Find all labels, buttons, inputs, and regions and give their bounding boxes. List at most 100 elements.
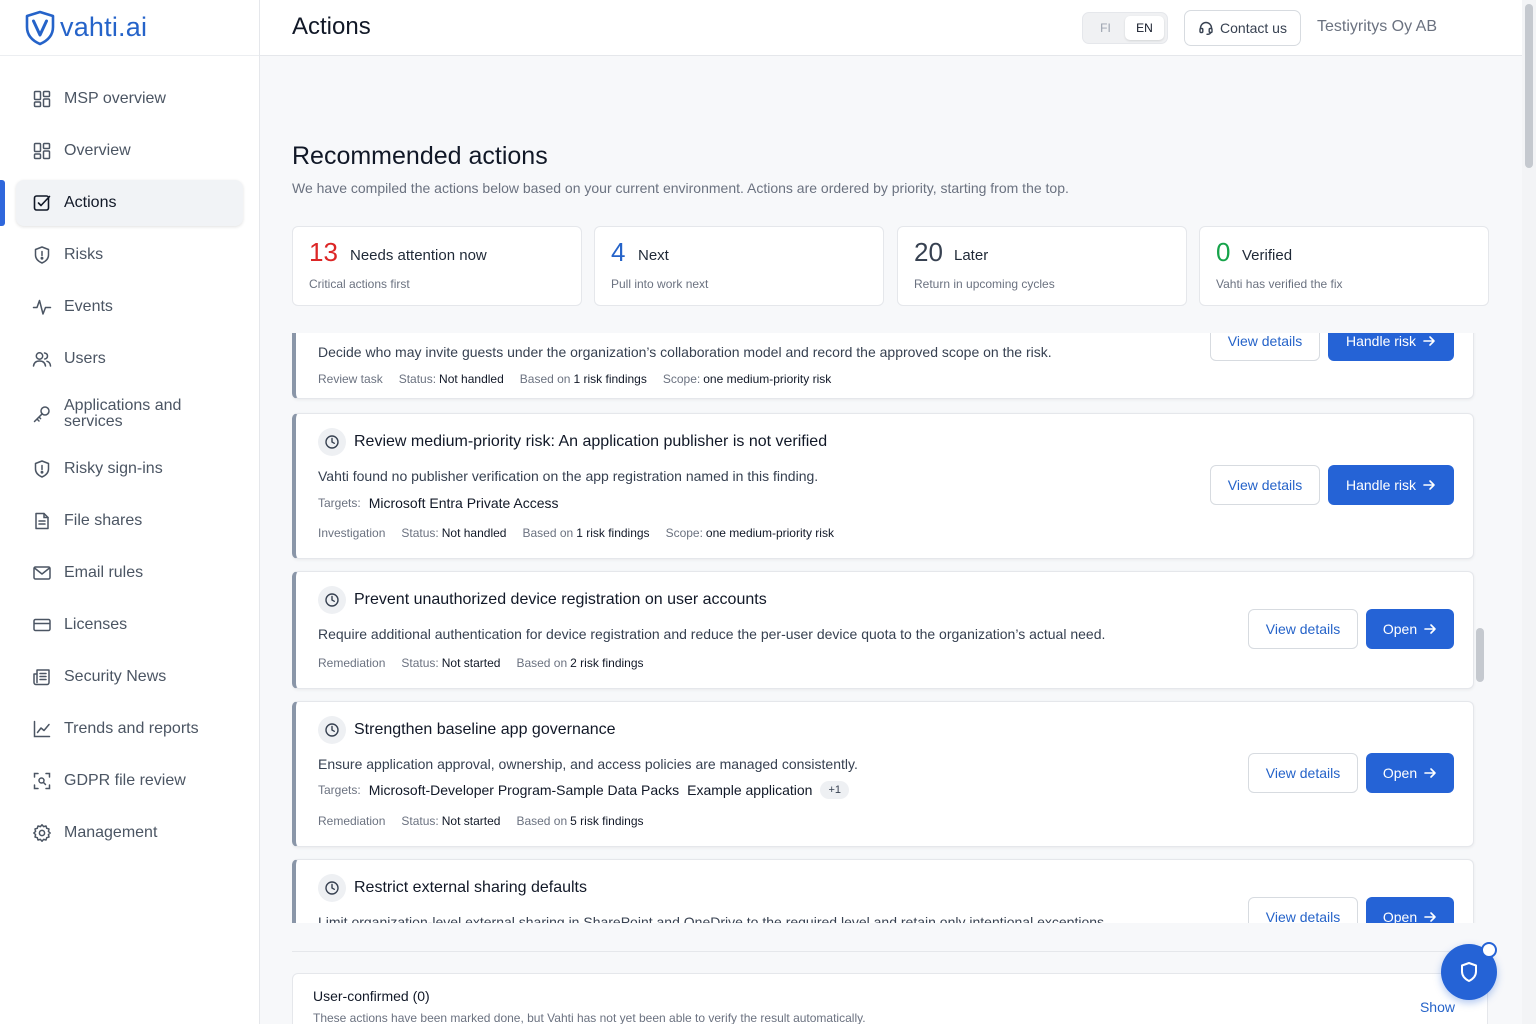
view-details-button[interactable]: View details	[1248, 753, 1358, 793]
sidebar-item-email-rules[interactable]: Email rules	[16, 550, 243, 596]
sidebar-item-events[interactable]: Events	[16, 284, 243, 330]
button-label: Open	[1382, 909, 1418, 923]
sidebar-item-security-news[interactable]: Security News	[16, 654, 243, 700]
shield-icon	[1461, 962, 1477, 982]
action-title-text: Prevent unauthorized device registration…	[354, 591, 767, 608]
more-targets-chip[interactable]: +1	[820, 781, 849, 799]
open-button[interactable]: Open	[1366, 753, 1454, 793]
open-button[interactable]: Open	[1366, 609, 1454, 649]
sidebar-nav: MSP overview Overview Actions Risks Even…	[0, 56, 259, 856]
page-scrollbar[interactable]	[1522, 0, 1536, 1024]
vahti-assistant-button[interactable]	[1441, 942, 1497, 1000]
action-title-text: Strengthen baseline app governance	[354, 721, 616, 738]
stat-value: 4	[611, 237, 626, 267]
stat-subtext: Critical actions first	[309, 277, 410, 291]
sidebar-item-file-shares[interactable]: File shares	[16, 498, 243, 544]
based-on-label: Based on	[516, 656, 568, 670]
organization-name[interactable]: Testiyritys Oy AB	[1317, 18, 1437, 36]
recommended-actions-title: Recommended actions	[292, 142, 548, 170]
shield-alert-icon	[34, 246, 50, 264]
action-title: Prevent unauthorized device registration…	[318, 586, 767, 614]
view-details-button[interactable]: View details	[1210, 465, 1320, 505]
sidebar-item-overview[interactable]: Overview	[16, 128, 243, 174]
sidebar-item-gdpr-file-review[interactable]: GDPR file review	[16, 758, 243, 804]
open-button[interactable]: Open	[1366, 897, 1454, 923]
stat-subtext: Pull into work next	[611, 277, 709, 291]
sidebar-item-licenses[interactable]: Licenses	[16, 602, 243, 648]
key-icon	[33, 406, 50, 423]
button-label: View details	[1227, 477, 1303, 493]
sidebar-item-trends-and-reports[interactable]: Trends and reports	[16, 706, 243, 752]
action-description: Ensure application approval, ownership, …	[318, 756, 858, 772]
action-type: Review task	[318, 372, 383, 386]
sidebar-item-risky-sign-ins[interactable]: Risky sign-ins	[16, 446, 243, 492]
sidebar-item-label: Risky sign-ins	[64, 460, 163, 477]
based-on-label: Based on	[516, 814, 568, 828]
page-title: Actions	[292, 13, 371, 40]
sidebar-item-actions[interactable]: Actions	[0, 180, 243, 226]
language-fi-button[interactable]: FI	[1086, 16, 1125, 40]
action-title-text: Restrict external sharing defaults	[354, 879, 587, 896]
logo[interactable]: vahti.ai	[0, 0, 259, 56]
stat-card-verified[interactable]: 0 Verified Vahti has verified the fix	[1199, 226, 1489, 306]
view-details-button[interactable]: View details	[1248, 897, 1358, 923]
based-on-label: Based on	[522, 526, 574, 540]
action-status: Status: Not started	[401, 656, 500, 670]
sidebar-item-risks[interactable]: Risks	[16, 232, 243, 278]
clock-icon	[318, 716, 346, 744]
page-scrollbar-thumb[interactable]	[1525, 4, 1533, 168]
stat-subtext: Vahti has verified the fix	[1216, 277, 1343, 291]
sidebar-item-management[interactable]: Management	[16, 810, 243, 856]
status-label: Status:	[401, 656, 439, 670]
main-content: Recommended actions We have compiled the…	[260, 56, 1522, 1024]
button-label: Handle risk	[1345, 333, 1417, 349]
status-value: Not handled	[439, 372, 504, 386]
newspaper-icon	[33, 669, 50, 686]
button-label: Open	[1382, 621, 1418, 637]
users-icon	[32, 352, 52, 367]
arrow-right-icon	[1424, 624, 1436, 634]
status-label: Status:	[398, 372, 437, 386]
file-icon	[35, 512, 49, 530]
headset-icon	[1199, 21, 1213, 35]
scope-label: Scope:	[665, 526, 703, 540]
sidebar-item-label: Users	[64, 350, 106, 367]
actions-list[interactable]: Decide who may invite guests under the o…	[292, 333, 1476, 923]
sidebar-item-label: MSP overview	[64, 90, 166, 107]
contact-us-button[interactable]: Contact us	[1184, 10, 1301, 46]
action-meta: Remediation Status: Not started Based on 2…	[318, 656, 660, 670]
sidebar-item-label: Overview	[64, 142, 131, 159]
scan-icon	[33, 772, 51, 790]
stat-card-later[interactable]: 20 Later Return in upcoming cycles	[897, 226, 1187, 306]
stat-card-next[interactable]: 4 Next Pull into work next	[594, 226, 884, 306]
section-divider	[292, 951, 1488, 952]
stat-card-needs-attention[interactable]: 13 Needs attention now Critical actions …	[292, 226, 582, 306]
status-value: Not handled	[441, 526, 507, 540]
sidebar-item-label: Events	[64, 298, 113, 315]
status-label: Status:	[401, 526, 439, 540]
action-status: Status: Not handled	[401, 526, 506, 540]
clock-icon	[318, 874, 346, 902]
view-details-button[interactable]: View details	[1248, 609, 1358, 649]
sidebar-item-msp-overview[interactable]: MSP overview	[16, 76, 243, 122]
arrow-right-icon	[1423, 480, 1435, 490]
handle-risk-button[interactable]: Handle risk	[1328, 333, 1454, 361]
sidebar: vahti.ai MSP overview Overview Actions R…	[0, 0, 260, 1024]
sidebar-item-label: Email rules	[64, 564, 144, 581]
action-description: Vahti found no publisher verification on…	[318, 468, 819, 484]
sidebar-item-label: File shares	[64, 512, 143, 529]
findings-value: 2 risk findings	[570, 656, 644, 670]
checkbox-icon	[33, 195, 51, 211]
scope-value: one medium-priority risk	[705, 526, 834, 540]
handle-risk-button[interactable]: Handle risk	[1328, 465, 1454, 505]
view-details-button[interactable]: View details	[1210, 333, 1320, 361]
language-en-button[interactable]: EN	[1125, 16, 1164, 40]
show-user-confirmed-button[interactable]: Show	[1420, 999, 1455, 1015]
actions-list-scrollbar[interactable]	[1476, 628, 1484, 682]
sidebar-item-users[interactable]: Users	[16, 336, 243, 382]
button-label: View details	[1265, 909, 1341, 923]
sidebar-item-label: GDPR file review	[64, 772, 186, 789]
language-toggle: FI EN	[1082, 12, 1168, 44]
sidebar-item-applications-and-services[interactable]: Applications and services	[16, 388, 243, 440]
grid-icon	[33, 142, 51, 160]
